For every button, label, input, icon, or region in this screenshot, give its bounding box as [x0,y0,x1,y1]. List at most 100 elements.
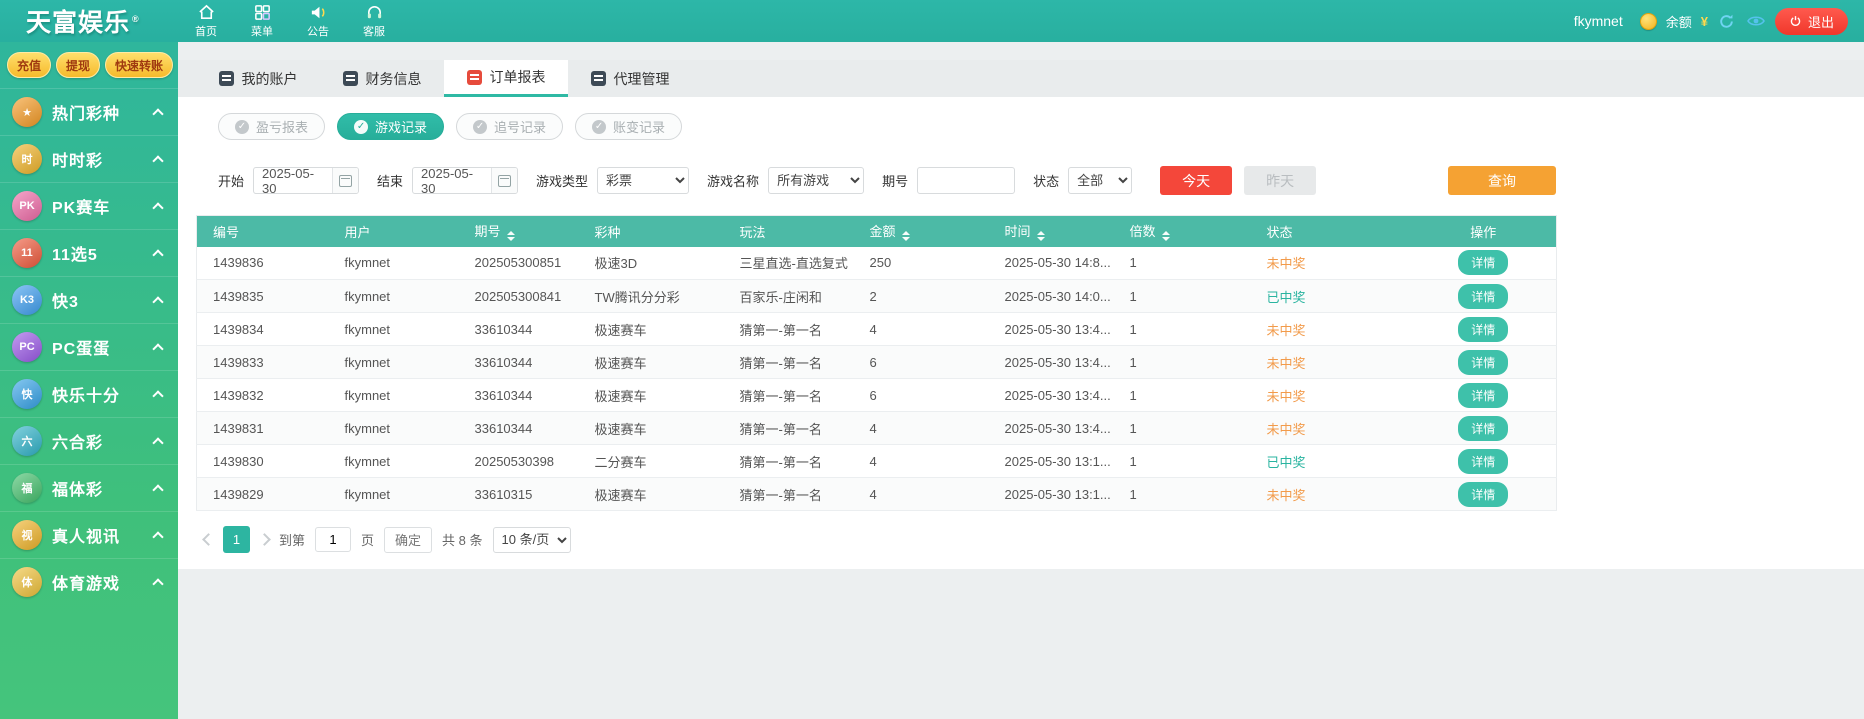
chevron-left-icon[interactable] [202,533,215,546]
column-label: 操作 [1470,225,1496,240]
status-badge: 未中奖 [1267,356,1306,371]
goto-page-input[interactable] [315,527,351,552]
subtab-2[interactable]: 游戏记录 [337,113,444,140]
sidebar-item-9[interactable]: 福福体彩 [0,464,178,511]
search-button[interactable]: 查询 [1448,166,1556,195]
detail-button[interactable]: 详情 [1458,482,1508,507]
cell-multiple: 1 [1114,280,1251,313]
detail-button[interactable]: 详情 [1458,449,1508,474]
detail-button[interactable]: 详情 [1458,317,1508,342]
sort-up-arrow [1037,231,1045,235]
yesterday-button[interactable]: 昨天 [1244,166,1316,195]
logout-button[interactable]: 退出 [1775,8,1848,35]
brand-reg-mark: ® [132,14,140,24]
tab-label: 我的账户 [242,69,298,89]
subtab-label: 游戏记录 [375,117,427,136]
sidebar-item-11[interactable]: 体体育游戏 [0,558,178,605]
cell-amount: 6 [854,346,989,379]
column-header-10: 操作 [1411,216,1557,247]
status-select[interactable]: 全部 [1068,167,1132,194]
today-button[interactable]: 今天 [1160,166,1232,195]
issue-input[interactable] [917,167,1015,194]
column-header-8[interactable]: 倍数 [1114,216,1251,247]
sidebar-item-10[interactable]: 视真人视讯 [0,511,178,558]
game-type-select[interactable]: 彩票 [597,167,689,194]
detail-button[interactable]: 详情 [1458,416,1508,441]
quick-action-3[interactable]: 快速转账 [105,52,173,78]
pagination: 1 到第 页 确定 共 8 条 10 条/页 [178,511,1864,553]
topnav-item-1[interactable]: 首页 [188,3,224,39]
detail-button[interactable]: 详情 [1458,350,1508,375]
quick-action-1[interactable]: 充值 [7,52,51,78]
visibility-icon[interactable] [1746,11,1766,31]
orders-table-wrap: 编号用户期号彩种玩法金额时间倍数状态操作 1439836fkymnet20250… [178,195,1864,511]
sidebar-item-5[interactable]: K3快3 [0,276,178,323]
tab-4[interactable]: 代理管理 [568,60,692,97]
cell-id: 1439831 [197,412,329,445]
cell-status: 已中奖 [1251,280,1411,313]
page-number-button[interactable]: 1 [223,526,250,553]
top-bar: 天富娱乐® 首页菜单公告客服 fkymnet 余额 ¥ 退出 [0,0,1864,42]
detail-button[interactable]: 详情 [1458,250,1508,275]
agent-manage-icon [591,71,606,86]
end-date-input[interactable]: 2025-05-30 [412,167,518,194]
sort-icon[interactable] [507,231,515,241]
cell-lottery: 极速赛车 [579,313,724,346]
table-row: 1439835fkymnet202505300841TW腾讯分分彩百家乐-庄闲和… [197,280,1557,313]
currency-symbol: ¥ [1701,14,1708,29]
sort-icon[interactable] [1162,231,1170,241]
brand-logo[interactable]: 天富娱乐® [0,3,178,39]
column-header-5: 玩法 [724,216,854,247]
cell-user: fkymnet [329,313,459,346]
cell-issue: 202505300851 [459,247,579,280]
chevron-up-icon [152,531,163,542]
confirm-button[interactable]: 确定 [384,527,432,553]
cell-issue: 202505300841 [459,280,579,313]
sidebar-item-1[interactable]: ★热门彩种 [0,88,178,135]
sidebar-item-2[interactable]: 时时时彩 [0,135,178,182]
cell-id: 1439835 [197,280,329,313]
subtab-3[interactable]: 追号记录 [456,113,563,140]
subtab-4[interactable]: 账变记录 [575,113,682,140]
sidebar-item-4[interactable]: 1111选5 [0,229,178,276]
column-header-7[interactable]: 时间 [989,216,1114,247]
chevron-right-icon[interactable] [258,533,271,546]
tab-3[interactable]: 订单报表 [444,60,568,97]
detail-button[interactable]: 详情 [1458,284,1508,309]
sort-icon[interactable] [1037,231,1045,241]
balance-label[interactable]: 余额 [1666,12,1692,31]
column-header-6[interactable]: 金额 [854,216,989,247]
cell-play: 猜第一-第一名 [724,478,854,511]
sidebar-item-3[interactable]: PKPK赛车 [0,182,178,229]
cell-issue: 33610344 [459,379,579,412]
announcement-icon [309,3,328,22]
topnav-item-3[interactable]: 公告 [300,3,336,39]
column-header-3[interactable]: 期号 [459,216,579,247]
page-size-select[interactable]: 10 条/页 [493,527,571,553]
topnav-item-label: 客服 [363,23,385,39]
calendar-icon[interactable] [332,167,358,194]
detail-button[interactable]: 详情 [1458,383,1508,408]
orders-table: 编号用户期号彩种玩法金额时间倍数状态操作 1439836fkymnet20250… [196,215,1557,511]
cell-lottery: 二分赛车 [579,445,724,478]
sort-icon[interactable] [902,231,910,241]
cell-status: 未中奖 [1251,247,1411,280]
sidebar-item-6[interactable]: PCPC蛋蛋 [0,323,178,370]
table-row: 1439830fkymnet20250530398二分赛车猜第一-第一名4202… [197,445,1557,478]
topnav-item-2[interactable]: 菜单 [244,3,280,39]
sidebar-item-8[interactable]: 六六合彩 [0,417,178,464]
cell-user: fkymnet [329,280,459,313]
start-date-input[interactable]: 2025-05-30 [253,167,359,194]
game-name-select[interactable]: 所有游戏 [768,167,864,194]
sidebar-item-7[interactable]: 快快乐十分 [0,370,178,417]
refresh-icon[interactable] [1717,11,1737,31]
cell-id: 1439829 [197,478,329,511]
calendar-icon[interactable] [491,167,517,194]
subtab-1[interactable]: 盈亏报表 [218,113,325,140]
tab-1[interactable]: 我的账户 [196,60,320,97]
topnav-item-4[interactable]: 客服 [356,3,392,39]
cell-issue: 20250530398 [459,445,579,478]
tab-2[interactable]: 财务信息 [320,60,444,97]
cell-user: fkymnet [329,478,459,511]
quick-action-2[interactable]: 提现 [56,52,100,78]
